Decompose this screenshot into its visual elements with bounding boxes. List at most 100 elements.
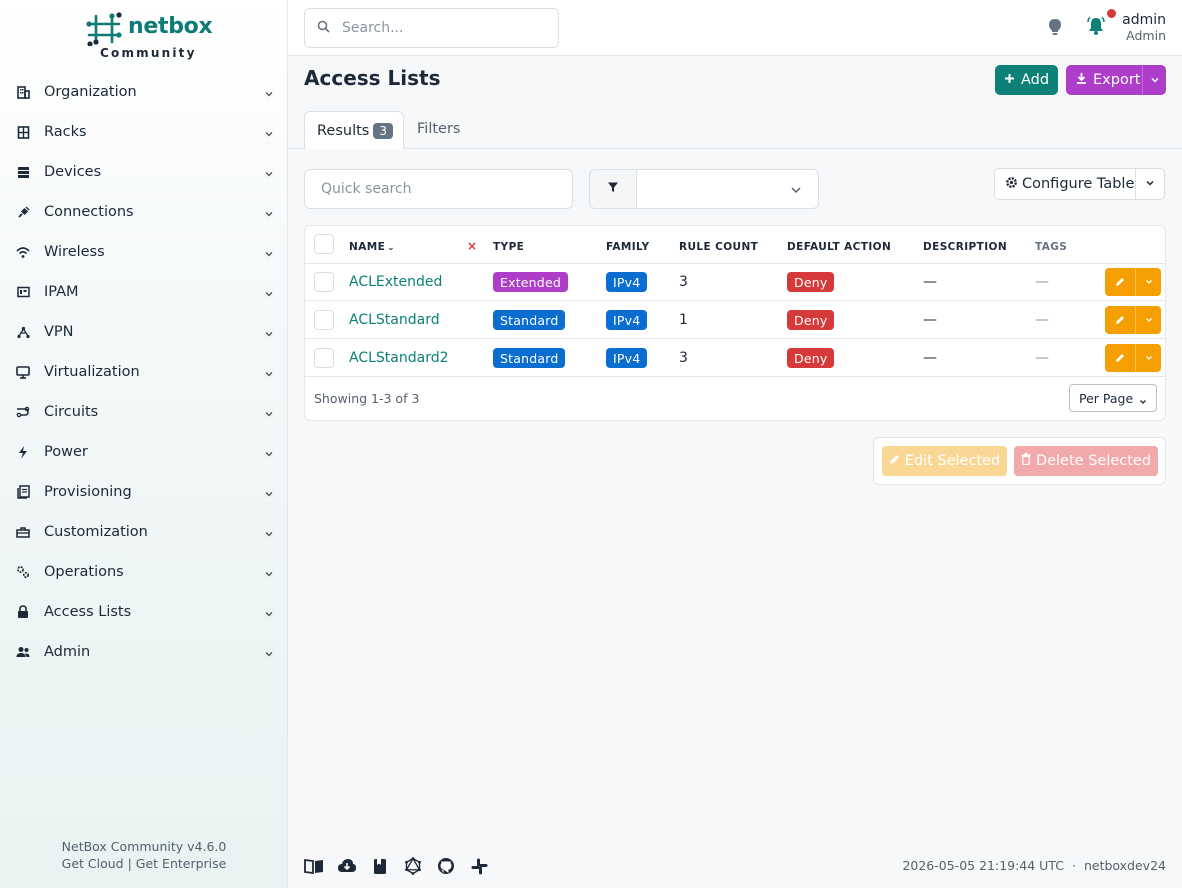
github-icon[interactable] [436, 856, 456, 876]
row-actions-button[interactable] [1105, 344, 1161, 372]
column-header-default-action[interactable]: DEFAULT ACTION [787, 241, 891, 253]
sort-caret-icon: ⌄ [387, 243, 396, 253]
table-row: ACLStandard2 Standard IPv4 3 Deny — — [305, 339, 1165, 377]
chevron-down-icon[interactable] [1142, 65, 1166, 95]
description-cell: — [923, 312, 937, 328]
tab-results[interactable]: Results 3 [304, 111, 404, 149]
add-button[interactable]: Add [995, 65, 1058, 95]
chevron-down-icon [264, 367, 274, 377]
column-header-rule-count[interactable]: RULE COUNT [679, 241, 758, 253]
acl-name-link[interactable]: ACLStandard2 [349, 350, 449, 366]
bookmark-book-icon[interactable] [370, 856, 390, 876]
wifi-icon [16, 245, 30, 259]
sidebar-item-label: Circuits [44, 404, 99, 420]
tags-cell: — [1035, 312, 1049, 328]
pencil-icon[interactable] [1105, 344, 1135, 372]
chevron-down-icon [264, 407, 274, 417]
monitor-icon [16, 365, 30, 379]
column-header-family[interactable]: FAMILY [606, 241, 650, 253]
chevron-down-icon[interactable] [1135, 268, 1161, 296]
column-header-type[interactable]: TYPE [493, 241, 524, 253]
sidebar-item-label: Access Lists [44, 604, 132, 620]
sidebar-item-label: Virtualization [44, 364, 140, 380]
sidebar-item-label: Power [44, 444, 88, 460]
netbox-logo[interactable]: netbox Community [86, 10, 213, 64]
slack-icon[interactable] [469, 856, 489, 876]
row-checkbox[interactable] [314, 310, 334, 330]
edit-selected-button[interactable]: Edit Selected [882, 446, 1007, 476]
pencil-icon[interactable] [1105, 268, 1135, 296]
row-actions-button[interactable] [1105, 306, 1161, 334]
user-menu[interactable]: admin Admin [1122, 12, 1166, 44]
type-badge: Standard [493, 310, 566, 330]
gear-icon [1005, 176, 1018, 193]
download-icon [1076, 72, 1087, 88]
server-hostname: netboxdev24 [1083, 858, 1166, 873]
sidebar-item-provisioning[interactable]: Provisioning [0, 472, 288, 512]
footer-status: 2026-05-05 21:19:44 UTC · netboxdev24 [902, 858, 1166, 873]
chevron-down-icon[interactable] [1135, 344, 1161, 372]
select-all-checkbox[interactable] [314, 234, 334, 254]
book-icon[interactable] [304, 856, 324, 876]
get-enterprise-link[interactable]: Get Enterprise [136, 856, 227, 871]
sidebar-item-organization[interactable]: Organization [0, 72, 288, 112]
footer-links [304, 856, 489, 876]
sidebar-footer: NetBox Community v4.6.0 Get Cloud | Get … [0, 838, 288, 872]
acl-name-link[interactable]: ACLExtended [349, 274, 442, 290]
sidebar-item-customization[interactable]: Customization [0, 512, 288, 552]
configure-table-dropdown[interactable] [1135, 168, 1165, 200]
table-header: NAME ⌄ × TYPE FAMILY RULE COUNT DEFAULT A… [305, 226, 1165, 264]
filter-button[interactable] [589, 169, 637, 209]
chevron-down-icon [264, 647, 274, 657]
sidebar-item-access-lists[interactable]: Access Lists [0, 592, 288, 632]
pagination-summary: Showing 1-3 of 3 [314, 391, 420, 406]
sidebar-item-wireless[interactable]: Wireless [0, 232, 288, 272]
get-cloud-link[interactable]: Get Cloud [62, 856, 124, 871]
configure-table-label: Configure Table [1022, 176, 1135, 192]
server-timestamp: 2026-05-05 21:19:44 UTC [902, 858, 1064, 873]
sidebar-item-racks[interactable]: Racks [0, 112, 288, 152]
configure-table-button[interactable]: Configure Table [994, 168, 1136, 200]
tab-filters[interactable]: Filters [417, 121, 460, 137]
chevron-down-icon[interactable] [1135, 306, 1161, 334]
sidebar-item-vpn[interactable]: VPN [0, 312, 288, 352]
sidebar-item-admin[interactable]: Admin [0, 632, 288, 672]
column-header-name[interactable]: NAME ⌄ [349, 241, 395, 253]
row-actions-button[interactable] [1105, 268, 1161, 296]
clear-sort-icon[interactable]: × [467, 239, 477, 253]
sidebar-item-label: Organization [44, 84, 137, 100]
row-checkbox[interactable] [314, 348, 334, 368]
cloud-download-icon[interactable] [337, 856, 357, 876]
chevron-down-icon [264, 167, 274, 177]
graphql-icon[interactable] [403, 856, 423, 876]
bell-icon[interactable] [1086, 16, 1106, 40]
row-checkbox[interactable] [314, 272, 334, 292]
quick-search[interactable] [304, 169, 573, 209]
pencil-icon[interactable] [1105, 306, 1135, 334]
access-lists-table: NAME ⌄ × TYPE FAMILY RULE COUNT DEFAULT A… [304, 225, 1166, 421]
column-header-description[interactable]: DESCRIPTION [923, 241, 1007, 253]
acl-name-link[interactable]: ACLStandard [349, 312, 440, 328]
user-role: Admin [1126, 28, 1166, 43]
user-name: admin [1122, 12, 1166, 28]
export-button[interactable]: Export [1066, 65, 1166, 95]
document-stack-icon [16, 485, 30, 499]
sidebar-item-operations[interactable]: Operations [0, 552, 288, 592]
saved-filter-select[interactable] [636, 169, 819, 209]
global-search[interactable] [304, 8, 559, 48]
sidebar-nav: Organization Racks Devices Connections W… [0, 72, 288, 672]
per-page-dropdown[interactable]: Per Page [1069, 384, 1157, 412]
quick-search-input[interactable] [321, 181, 561, 197]
sidebar-item-devices[interactable]: Devices [0, 152, 288, 192]
sidebar-item-power[interactable]: Power [0, 432, 288, 472]
sidebar-item-circuits[interactable]: Circuits [0, 392, 288, 432]
tab-results-label: Results [317, 122, 370, 139]
search-icon [317, 20, 330, 37]
lightbulb-icon[interactable] [1048, 18, 1062, 41]
pencil-icon [889, 453, 900, 469]
delete-selected-button[interactable]: Delete Selected [1014, 446, 1158, 476]
sidebar-item-connections[interactable]: Connections [0, 192, 288, 232]
sidebar-item-virtualization[interactable]: Virtualization [0, 352, 288, 392]
search-input[interactable] [342, 20, 532, 36]
sidebar-item-ipam[interactable]: IPAM [0, 272, 288, 312]
